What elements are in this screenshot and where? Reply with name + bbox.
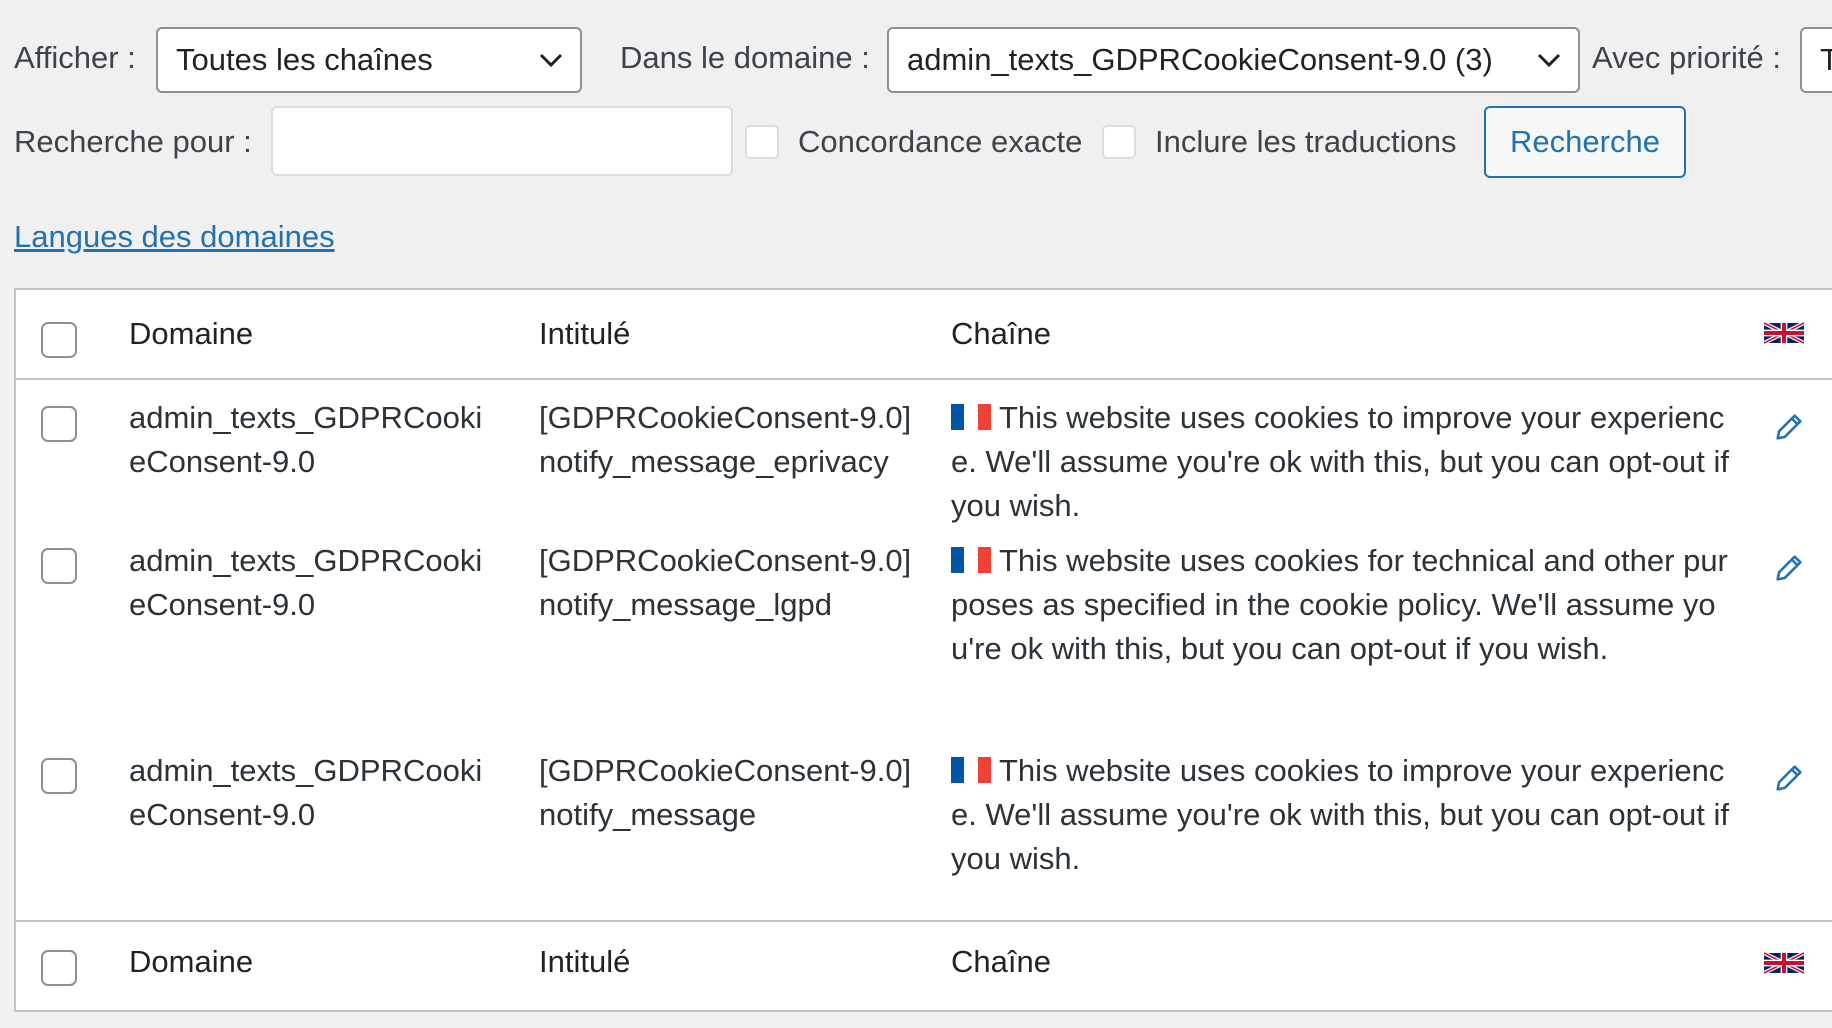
row-title: [GDPRCookieConsent-9.0]notify_message_ep… (539, 400, 912, 479)
column-footer-title[interactable]: Intitulé (539, 940, 630, 984)
column-header-domain[interactable]: Domaine (129, 312, 253, 356)
row-string-text: This website uses cookies to improve you… (951, 400, 1730, 523)
select-all-checkbox[interactable] (41, 322, 77, 358)
row-checkbox[interactable] (41, 758, 77, 794)
table-row: admin_texts_GDPRCookieConsent-9.0 [GDPRC… (16, 543, 1832, 753)
column-footer-string[interactable]: Chaîne (951, 940, 1051, 984)
row-checkbox[interactable] (41, 406, 77, 442)
column-footer-domain[interactable]: Domaine (129, 940, 253, 984)
search-label: Recherche pour : (14, 124, 252, 159)
table-header: Domaine Intitulé Chaîne (16, 290, 1832, 380)
filters-bar: Afficher : Toutes les chaînes Dans le do… (0, 0, 1832, 200)
column-header-string[interactable]: Chaîne (951, 312, 1051, 356)
strings-table: Domaine Intitulé Chaîne admin_texts_GDPR… (14, 288, 1832, 1012)
search-input[interactable] (271, 106, 733, 176)
france-flag-icon (951, 541, 991, 573)
column-header-title[interactable]: Intitulé (539, 312, 630, 356)
exact-match-label: Concordance exacte (798, 124, 1083, 159)
priority-select[interactable]: T (1800, 27, 1832, 93)
row-checkbox[interactable] (41, 548, 77, 584)
row-domain: admin_texts_GDPRCookieConsent-9.0 (129, 753, 483, 832)
france-flag-icon (951, 751, 991, 783)
chevron-down-icon (539, 53, 563, 68)
search-button[interactable]: Recherche (1484, 106, 1686, 178)
pencil-icon[interactable] (1772, 761, 1806, 795)
show-select-value: Toutes les chaînes (176, 42, 433, 77)
exact-match-checkbox[interactable] (745, 125, 779, 159)
uk-flag-icon (1764, 321, 1804, 345)
row-domain: admin_texts_GDPRCookieConsent-9.0 (129, 543, 483, 622)
row-string: This website uses cookies to improve you… (951, 749, 1741, 881)
table-row: admin_texts_GDPRCookieConsent-9.0 [GDPRC… (16, 378, 1832, 543)
pencil-icon[interactable] (1772, 410, 1806, 444)
show-select[interactable]: Toutes les chaînes (156, 27, 582, 93)
table-footer: Domaine Intitulé Chaîne (16, 920, 1832, 1010)
domain-label: Dans le domaine : (620, 40, 870, 75)
row-string-text: This website uses cookies to improve you… (951, 753, 1730, 876)
chevron-down-icon (1537, 53, 1561, 68)
row-title: [GDPRCookieConsent-9.0]notify_message_lg… (539, 543, 912, 622)
show-label: Afficher : (14, 40, 136, 75)
select-all-checkbox[interactable] (41, 950, 77, 986)
row-title: [GDPRCookieConsent-9.0]notify_message (539, 753, 912, 832)
priority-select-value: T (1820, 42, 1832, 78)
row-string: This website uses cookies to improve you… (951, 396, 1741, 528)
row-string-text: This website uses cookies for technical … (951, 543, 1728, 666)
row-domain: admin_texts_GDPRCookieConsent-9.0 (129, 400, 483, 479)
include-translations-checkbox[interactable] (1102, 125, 1136, 159)
priority-label: Avec priorité : (1592, 40, 1781, 75)
uk-flag-icon (1764, 951, 1804, 975)
domain-select-value: admin_texts_GDPRCookieConsent-9.0 (3) (907, 42, 1493, 77)
france-flag-icon (951, 398, 991, 430)
row-string: This website uses cookies for technical … (951, 539, 1741, 671)
include-translations-label: Inclure les traductions (1155, 124, 1457, 159)
domain-select[interactable]: admin_texts_GDPRCookieConsent-9.0 (3) (887, 27, 1580, 93)
pencil-icon[interactable] (1772, 551, 1806, 585)
domain-languages-link[interactable]: Langues des domaines (14, 217, 335, 257)
table-row: admin_texts_GDPRCookieConsent-9.0 [GDPRC… (16, 753, 1832, 918)
